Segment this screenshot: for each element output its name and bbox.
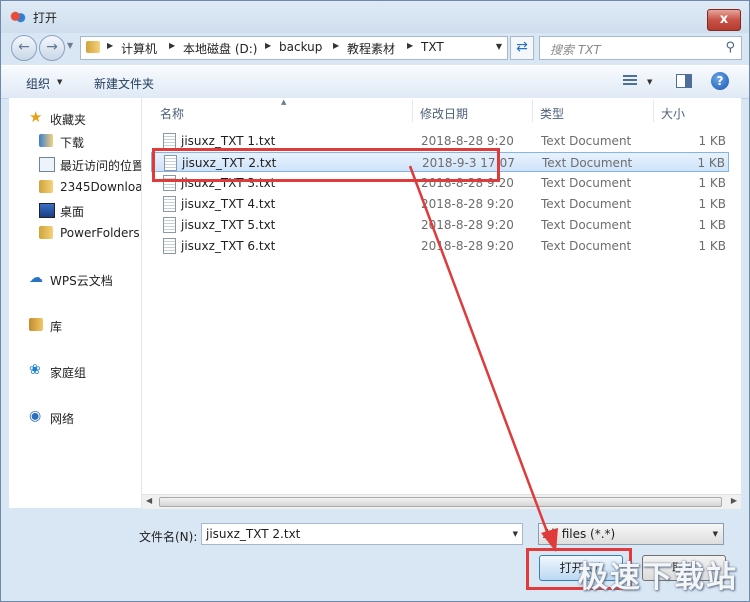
arrow-head xyxy=(541,528,558,552)
arrow-shaft xyxy=(408,165,554,546)
watermark: 极速下载站 xyxy=(578,560,738,595)
annotation-arrow xyxy=(408,165,558,552)
